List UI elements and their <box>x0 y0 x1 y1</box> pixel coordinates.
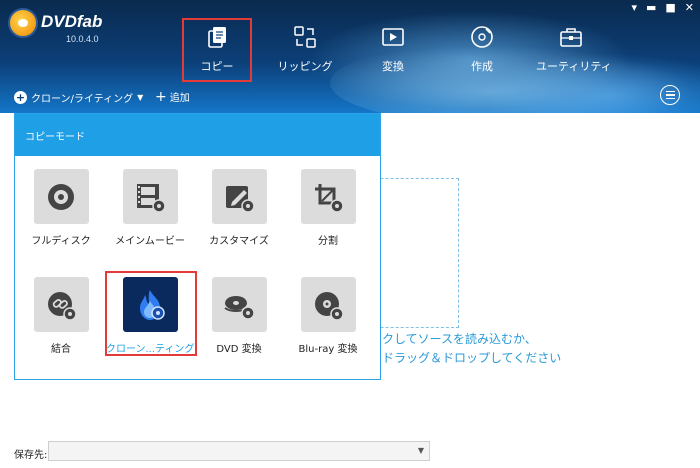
mode-tile-customize[interactable]: カスタマイズ <box>195 169 283 247</box>
toolbox-icon <box>560 28 582 47</box>
tile-label: 分割 <box>318 236 338 247</box>
app-header: DVDfab 10.0.4.0 ▾ ▬ ■ ✕ コピー リッピング 変換 作成 … <box>0 0 700 113</box>
disc-create-icon <box>471 26 493 48</box>
add-button[interactable]: + 追加 <box>155 88 190 105</box>
ripping-arrows-icon <box>294 26 316 48</box>
window-dropdown-icon[interactable]: ▾ <box>631 2 637 14</box>
menu-line-icon <box>665 97 675 100</box>
nav-utility[interactable]: ユーティリティ <box>536 18 612 82</box>
mode-tile-main-movie[interactable]: メインムービー <box>106 169 194 247</box>
menu-line-icon <box>665 94 675 96</box>
tile-icon-box <box>300 277 356 332</box>
tile-label: カスタマイズ <box>209 236 269 247</box>
tile-icon-box <box>33 169 89 224</box>
nav-create-label: 作成 <box>471 60 493 73</box>
tile-label: フルディスク <box>31 236 91 247</box>
merge-link-icon <box>48 291 77 321</box>
tile-label: Blu-ray 変換 <box>298 344 358 355</box>
nav-convert-label: 変換 <box>382 60 404 73</box>
nav-convert[interactable]: 変換 <box>358 18 428 82</box>
nav-ripping-label: リッピング <box>277 60 333 73</box>
dvd-convert-icon <box>224 295 255 320</box>
nav-utility-label: ユーティリティ <box>536 60 612 73</box>
drop-hint-line1: ックしてソースを読み込むか、 <box>370 332 537 346</box>
clone-writing-label: クローン/ライティング <box>31 93 134 105</box>
tile-icon-box <box>33 277 89 332</box>
nav-ripping[interactable]: リッピング <box>270 18 340 82</box>
window-close-icon[interactable]: ✕ <box>685 2 694 14</box>
copy-document-icon <box>208 27 226 48</box>
tile-icon-box <box>211 277 267 332</box>
mode-tile-split[interactable]: 分割 <box>284 169 372 247</box>
plus-icon: + <box>155 88 167 105</box>
main-nav: コピー リッピング 変換 作成 ユーティリティ <box>0 18 700 88</box>
full-disc-icon <box>48 183 74 210</box>
selected-tile-highlight <box>105 271 197 356</box>
window-controls: ▾ ▬ ■ ✕ <box>631 2 694 14</box>
chevron-down-icon: ▼ <box>137 92 144 102</box>
save-location-select[interactable]: ▼ <box>48 441 430 461</box>
tile-label: DVD 変換 <box>216 344 262 355</box>
main-movie-icon <box>137 183 166 213</box>
nav-create[interactable]: 作成 <box>447 18 517 82</box>
tile-label: メインムービー <box>115 236 185 247</box>
tile-label: 結合 <box>51 344 71 355</box>
nav-copy[interactable]: コピー <box>182 18 252 82</box>
window-minimize-icon[interactable]: ▬ <box>646 2 656 14</box>
tile-icon-box <box>300 169 356 224</box>
mode-tile-full-disc[interactable]: フルディスク <box>17 169 105 247</box>
clone-writing-dropdown[interactable]: + クローン/ライティング ▼ <box>14 88 143 106</box>
tile-icon-box <box>122 169 178 224</box>
tile-icon-box <box>211 169 267 224</box>
nav-copy-label: コピー <box>200 60 234 73</box>
drop-hint-line2: にドラッグ＆ドロップしてください <box>370 351 562 365</box>
window-maximize-icon[interactable]: ■ <box>665 2 675 14</box>
list-menu-button[interactable] <box>660 85 680 105</box>
mode-tile-merge[interactable]: 結合 <box>17 277 105 355</box>
split-crop-icon <box>315 183 344 213</box>
copy-mode-panel: コピーモード フルディスク メインムービー カスタマイズ 分割 結合 クローン.… <box>14 113 381 380</box>
customize-pencil-icon <box>226 185 255 213</box>
copy-mode-title: コピーモード <box>15 114 380 156</box>
mode-tile-bluray-convert[interactable]: Blu-ray 変換 <box>284 277 372 355</box>
chevron-down-icon: ▼ <box>417 446 424 455</box>
add-label: 追加 <box>169 93 190 104</box>
film-convert-icon <box>382 28 404 46</box>
bluray-convert-icon <box>315 291 344 321</box>
plus-circle-icon: + <box>14 90 27 104</box>
menu-line-icon <box>665 90 675 93</box>
mode-tile-dvd-convert[interactable]: DVD 変換 <box>195 277 283 355</box>
save-to-label: 保存先: <box>14 450 48 461</box>
